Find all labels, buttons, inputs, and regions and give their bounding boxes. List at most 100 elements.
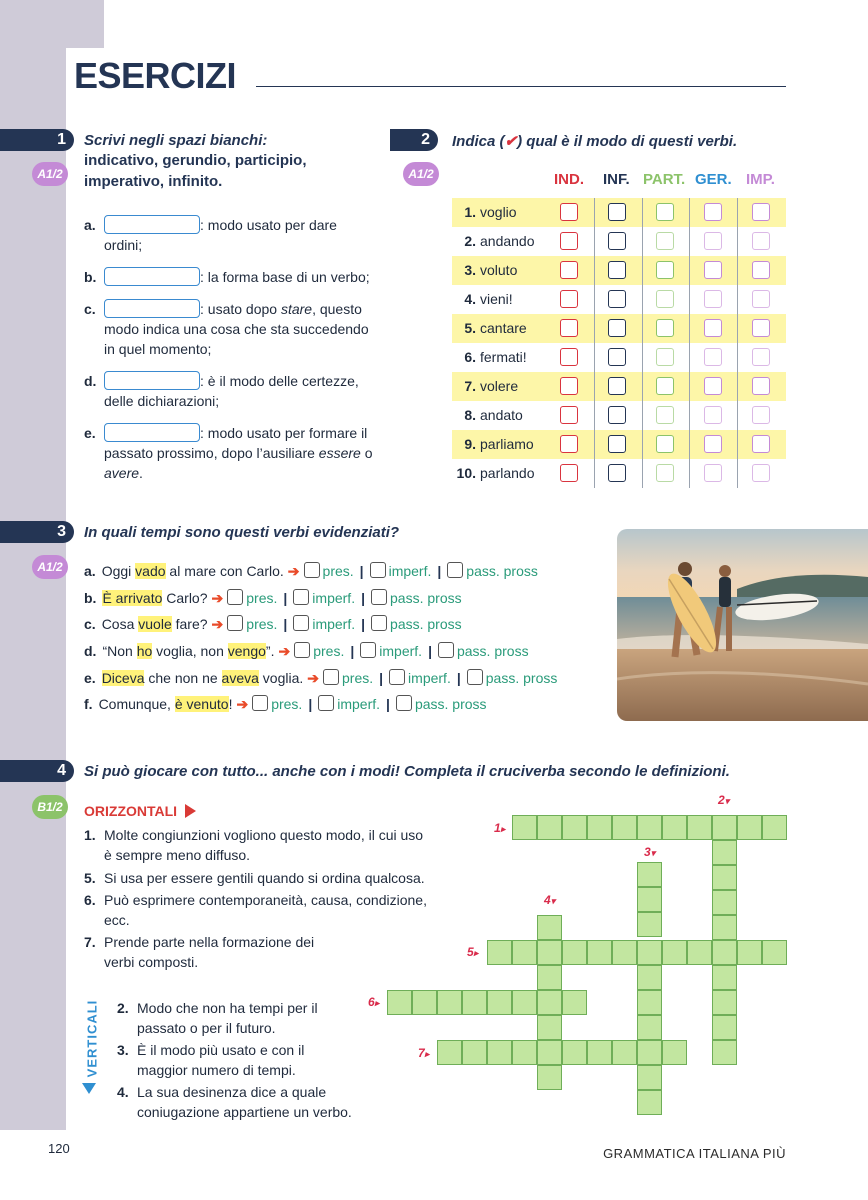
mood-checkbox-imp[interactable] [752,377,770,395]
answer-input-d[interactable] [104,371,200,390]
mood-checkbox-imp[interactable] [752,348,770,366]
tense-checkbox[interactable] [252,695,269,711]
mood-checkbox-part[interactable] [656,348,674,366]
mood-checkbox-part[interactable] [656,435,674,453]
tense-checkbox[interactable] [360,642,377,658]
tense-checkbox[interactable] [437,642,454,658]
crossword-cell[interactable] [537,815,562,840]
mood-checkbox-ger[interactable] [704,261,722,279]
tense-checkbox[interactable] [227,589,244,605]
tense-checkbox[interactable] [294,642,311,658]
crossword-cell[interactable] [487,990,512,1015]
crossword-cell[interactable] [462,990,487,1015]
answer-input-e[interactable] [104,423,200,442]
crossword-cell[interactable] [737,940,762,965]
crossword-cell[interactable] [662,1040,687,1065]
crossword-cell[interactable] [737,815,762,840]
mood-checkbox-imp[interactable] [752,232,770,250]
mood-checkbox-ind[interactable] [560,261,578,279]
mood-checkbox-ger[interactable] [704,464,722,482]
crossword-cell[interactable] [612,815,637,840]
crossword-cell[interactable] [637,815,662,840]
crossword-cell[interactable] [612,1040,637,1065]
crossword-cell[interactable] [512,940,537,965]
mood-checkbox-ind[interactable] [560,377,578,395]
crossword-cell[interactable] [537,965,562,990]
tense-checkbox[interactable] [466,669,483,685]
mood-checkbox-imp[interactable] [752,464,770,482]
mood-checkbox-ind[interactable] [560,348,578,366]
mood-checkbox-ger[interactable] [704,203,722,221]
tense-checkbox[interactable] [395,695,412,711]
mood-checkbox-inf[interactable] [608,464,626,482]
crossword-cell[interactable] [662,940,687,965]
crossword-cell[interactable] [637,965,662,990]
crossword-cell[interactable] [662,815,687,840]
crossword-cell[interactable] [762,940,787,965]
mood-checkbox-imp[interactable] [752,406,770,424]
tense-checkbox[interactable] [447,562,464,578]
mood-checkbox-ind[interactable] [560,406,578,424]
crossword-cell[interactable] [637,887,662,912]
crossword-cell[interactable] [612,940,637,965]
crossword-cell[interactable] [687,815,712,840]
crossword-cell[interactable] [637,940,662,965]
mood-checkbox-imp[interactable] [752,319,770,337]
crossword-cell[interactable] [562,940,587,965]
crossword-cell[interactable] [512,990,537,1015]
mood-checkbox-ind[interactable] [560,435,578,453]
crossword-cell[interactable] [712,890,737,915]
answer-input-b[interactable] [104,267,200,286]
crossword-cell[interactable] [512,815,537,840]
crossword-cell[interactable] [562,815,587,840]
crossword-cell[interactable] [712,940,737,965]
mood-checkbox-ger[interactable] [704,232,722,250]
mood-checkbox-part[interactable] [656,203,674,221]
crossword-cell[interactable] [712,1015,737,1040]
mood-checkbox-inf[interactable] [608,435,626,453]
crossword-cell[interactable] [637,1015,662,1040]
tense-checkbox[interactable] [293,615,310,631]
crossword-cell[interactable] [387,990,412,1015]
mood-checkbox-ger[interactable] [704,406,722,424]
mood-checkbox-part[interactable] [656,261,674,279]
mood-checkbox-part[interactable] [656,290,674,308]
mood-checkbox-inf[interactable] [608,203,626,221]
mood-checkbox-inf[interactable] [608,261,626,279]
crossword-cell[interactable] [537,990,562,1015]
crossword-cell[interactable] [587,940,612,965]
crossword-cell[interactable] [712,915,737,940]
mood-checkbox-inf[interactable] [608,348,626,366]
crossword-cell[interactable] [537,1015,562,1040]
crossword-cell[interactable] [587,815,612,840]
mood-checkbox-inf[interactable] [608,406,626,424]
crossword-cell[interactable] [562,990,587,1015]
tense-checkbox[interactable] [369,562,386,578]
crossword-cell[interactable] [537,1065,562,1090]
crossword-cell[interactable] [712,815,737,840]
crossword-cell[interactable] [637,1040,662,1065]
answer-input-c[interactable] [104,299,200,318]
mood-checkbox-ger[interactable] [704,435,722,453]
tense-checkbox[interactable] [323,669,339,685]
crossword-cell[interactable] [537,1040,562,1065]
mood-checkbox-ind[interactable] [560,319,578,337]
tense-checkbox[interactable] [371,615,388,631]
mood-checkbox-imp[interactable] [752,203,770,221]
tense-checkbox[interactable] [303,562,320,578]
crossword-cell[interactable] [687,940,712,965]
crossword-cell[interactable] [637,1065,662,1090]
crossword-cell[interactable] [712,840,737,865]
crossword-cell[interactable] [437,1040,462,1065]
tense-checkbox[interactable] [371,589,388,605]
crossword-cell[interactable] [762,815,787,840]
crossword-cell[interactable] [637,1090,662,1115]
tense-checkbox[interactable] [389,669,406,685]
crossword-cell[interactable] [637,990,662,1015]
mood-checkbox-ger[interactable] [704,319,722,337]
mood-checkbox-part[interactable] [656,377,674,395]
mood-checkbox-ger[interactable] [704,348,722,366]
mood-checkbox-imp[interactable] [752,261,770,279]
crossword-cell[interactable] [537,940,562,965]
tense-checkbox[interactable] [227,615,244,631]
